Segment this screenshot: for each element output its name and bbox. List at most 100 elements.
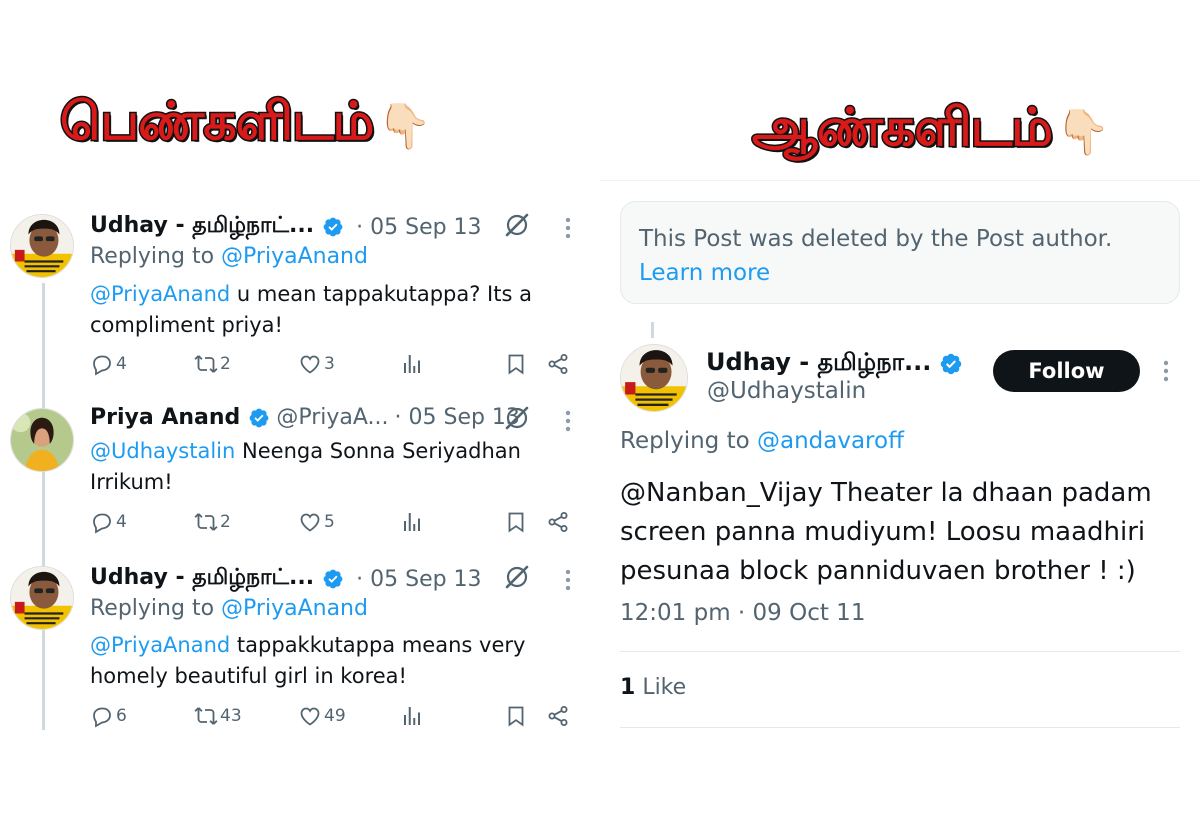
replying-to: Replying to @andavaroff (620, 428, 904, 454)
avatar[interactable] (10, 408, 74, 472)
deleted-notice-text: This Post was deleted by the Post author… (639, 226, 1113, 252)
heading-right-text: ஆண்களிடம் (751, 97, 1055, 160)
display-name[interactable]: Udhay - தமிழ்நாட்... (90, 565, 314, 593)
like-icon (298, 352, 322, 376)
more-icon[interactable] (1163, 360, 1169, 382)
share-button[interactable] (546, 352, 572, 376)
post-text: @Nanban_Vijay Theater la dhaan padam scr… (620, 478, 1152, 586)
share-button[interactable] (546, 510, 572, 534)
like-icon (298, 704, 322, 728)
post-date[interactable]: · 05 Sep 13 (395, 405, 520, 430)
like-button[interactable]: 49 (298, 704, 346, 728)
verified-badge-icon (248, 407, 270, 429)
bookmark-button[interactable] (504, 510, 530, 534)
views-button[interactable] (400, 510, 426, 534)
action-bar: 6 43 49 (90, 704, 570, 732)
repost-count: 2 (220, 354, 231, 374)
pointing-down-hand-icon: 👇🏻 (1055, 106, 1111, 158)
more-icon[interactable] (565, 569, 571, 591)
thread-connector (651, 322, 654, 338)
replying-to-prefix: Replying to (620, 428, 750, 454)
grok-icon[interactable] (503, 563, 531, 591)
deleted-post-notice: This Post was deleted by the Post author… (620, 201, 1180, 304)
verified-badge-icon (322, 568, 344, 590)
reply-button[interactable]: 4 (90, 352, 127, 376)
share-icon (546, 704, 570, 728)
reply-count: 4 (116, 354, 127, 374)
replying-to-link[interactable]: @PriyaAnand (221, 596, 368, 621)
like-count: 5 (324, 512, 335, 532)
more-icon[interactable] (565, 410, 571, 432)
thread-connector (42, 283, 45, 730)
bookmark-icon (504, 352, 528, 376)
views-icon (400, 510, 424, 534)
likes-summary[interactable]: 1 Like (620, 675, 686, 700)
like-button[interactable]: 5 (298, 510, 335, 534)
replying-to-link[interactable]: @andavaroff (757, 428, 904, 454)
mention-link[interactable]: @Udhaystalin (90, 439, 235, 463)
like-count: 3 (324, 354, 335, 374)
replying-to: Replying to @PriyaAnand (90, 244, 368, 269)
post-date[interactable]: · 05 Sep 13 (356, 215, 481, 240)
post-author: Udhay - தமிழ்நா... (706, 348, 969, 379)
repost-button[interactable]: 43 (194, 704, 242, 728)
like-count: 49 (324, 706, 346, 726)
display-name[interactable]: Udhay - தமிழ்நா... (706, 348, 931, 379)
bookmark-icon (504, 510, 528, 534)
learn-more-link[interactable]: Learn more (639, 256, 1161, 290)
repost-button[interactable]: 2 (194, 510, 231, 534)
display-name[interactable]: Udhay - தமிழ்நாட்... (90, 213, 314, 241)
heading-left: பெண்களிடம் 👇🏻 (58, 91, 432, 159)
post-date[interactable]: · 05 Sep 13 (356, 567, 481, 592)
display-name[interactable]: Priya Anand (90, 405, 240, 430)
reply-count: 4 (116, 512, 127, 532)
handle[interactable]: @PriyaA... (276, 405, 388, 430)
grok-icon[interactable] (503, 404, 531, 432)
avatar[interactable] (10, 566, 74, 630)
verified-badge-icon (939, 352, 963, 376)
post-header: Udhay - தமிழ்நாட்... · 05 Sep 13 (90, 565, 482, 593)
verified-badge-icon (322, 216, 344, 238)
reply-icon (90, 704, 114, 728)
like-count: 1 (620, 675, 636, 700)
replying-to-link[interactable]: @PriyaAnand (221, 244, 368, 269)
views-icon (400, 704, 424, 728)
replying-to-prefix: Replying to (90, 596, 215, 621)
repost-count: 43 (220, 706, 242, 726)
post-timestamp[interactable]: 12:01 pm · 09 Oct 11 (620, 600, 865, 626)
action-bar: 4 2 5 (90, 510, 570, 538)
repost-count: 2 (220, 512, 231, 532)
post-text: @Udhaystalin Neenga Sonna Seriyadhan Irr… (90, 436, 550, 498)
replying-to: Replying to @PriyaAnand (90, 596, 368, 621)
repost-button[interactable]: 2 (194, 352, 231, 376)
post-text: @PriyaAnand u mean tappakutappa? Its a c… (90, 279, 550, 341)
avatar[interactable] (10, 214, 74, 278)
bookmark-button[interactable] (504, 352, 530, 376)
reply-button[interactable]: 4 (90, 510, 127, 534)
handle[interactable]: @Udhaystalin (707, 378, 866, 404)
repost-icon (194, 352, 218, 376)
mention-link[interactable]: @PriyaAnand (90, 633, 230, 657)
like-icon (298, 510, 322, 534)
avatar[interactable] (620, 344, 688, 412)
heading-left-text: பெண்களிடம் (58, 91, 375, 154)
views-button[interactable] (400, 704, 426, 728)
bookmark-icon (504, 704, 528, 728)
repost-icon (194, 704, 218, 728)
mention-link[interactable]: @PriyaAnand (90, 282, 230, 306)
views-button[interactable] (400, 352, 426, 376)
divider (620, 727, 1180, 728)
replying-to-prefix: Replying to (90, 244, 215, 269)
reply-button[interactable]: 6 (90, 704, 127, 728)
post-header: Priya Anand @PriyaA... · 05 Sep 13 (90, 405, 520, 430)
grok-icon[interactable] (503, 211, 531, 239)
share-button[interactable] (546, 704, 572, 728)
section-divider (600, 180, 1200, 181)
more-icon[interactable] (565, 217, 571, 239)
share-icon (546, 510, 570, 534)
heading-right: ஆண்களிடம் 👇🏻 (751, 97, 1111, 165)
like-button[interactable]: 3 (298, 352, 335, 376)
pointing-down-hand-icon: 👇🏻 (377, 100, 432, 152)
follow-button[interactable]: Follow (993, 350, 1140, 392)
bookmark-button[interactable] (504, 704, 530, 728)
